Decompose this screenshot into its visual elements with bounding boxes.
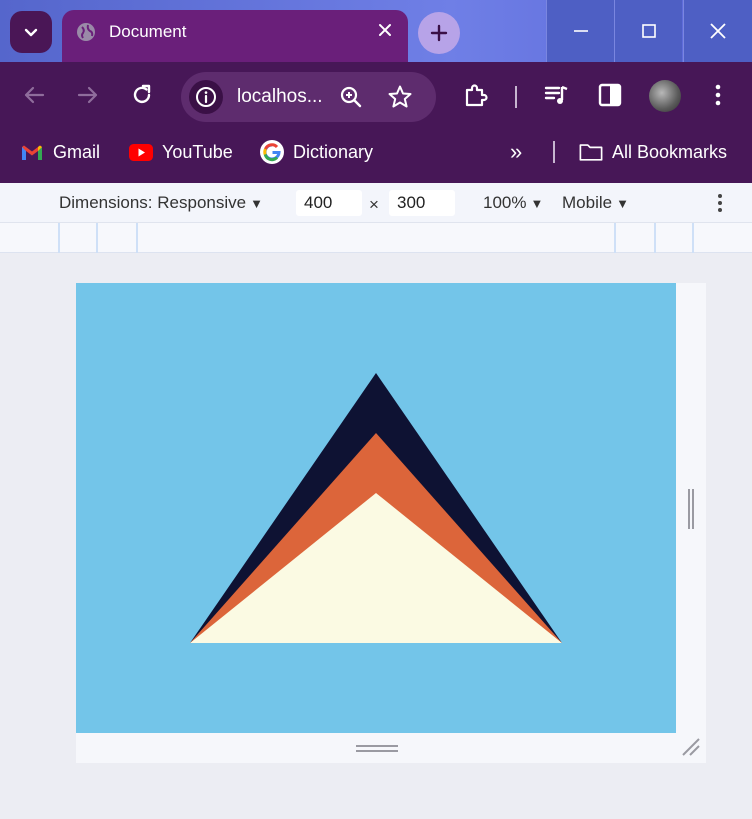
media-control-icon[interactable] [543, 82, 569, 108]
device-viewport-area [0, 253, 752, 819]
ruler-tick [614, 223, 616, 253]
ruler-tick [96, 223, 98, 253]
device-toolbar: Dimensions: Responsive ▼ 400 × 300 100% ▼ … [0, 183, 752, 223]
height-input[interactable]: 300 [389, 190, 455, 216]
double-chevron-icon: » [510, 139, 523, 164]
more-menu-icon[interactable] [705, 82, 731, 108]
minimize-button[interactable] [546, 0, 614, 62]
folder-icon [579, 140, 603, 164]
info-icon [196, 87, 216, 107]
page-canvas [76, 283, 676, 733]
maximize-button[interactable] [614, 0, 682, 62]
ruler-tick [136, 223, 138, 253]
device-type-dropdown[interactable]: Mobile ▼ [562, 193, 629, 213]
bookmark-youtube[interactable]: YouTube [129, 132, 233, 172]
active-tab[interactable]: Document [62, 10, 408, 62]
media-query-ruler[interactable] [0, 223, 752, 253]
resize-bottom-handle[interactable] [356, 744, 398, 754]
close-icon [710, 23, 726, 39]
responsive-viewport [76, 283, 706, 763]
times-sign: × [369, 195, 379, 214]
dimensions-dropdown[interactable]: Dimensions: Responsive ▼ [59, 193, 263, 213]
youtube-icon [129, 140, 153, 164]
resize-right-handle[interactable] [687, 489, 695, 529]
all-bookmarks-button[interactable]: All Bookmarks [579, 132, 727, 172]
all-bookmarks-label: All Bookmarks [612, 141, 728, 162]
device-toolbar-menu-icon[interactable] [710, 193, 730, 213]
url-text[interactable]: localhos... [237, 86, 323, 108]
zoom-dropdown[interactable]: 100% ▼ [483, 193, 543, 213]
tab-search-button[interactable] [10, 11, 52, 53]
minimize-icon [573, 30, 588, 32]
gmail-icon [20, 140, 44, 164]
browser-toolbar: localhos... [0, 62, 752, 132]
google-icon [260, 140, 284, 164]
maximize-icon [641, 24, 656, 38]
zoom-icon[interactable] [339, 85, 363, 109]
bookmark-label: Dictionary [293, 141, 374, 162]
bookmark-label: YouTube [162, 141, 233, 162]
width-input[interactable]: 400 [296, 190, 362, 216]
forward-icon[interactable] [75, 82, 101, 108]
bookmarks-bar: Gmail YouTube Dictionary » All Bookmarks [0, 132, 752, 183]
ruler-tick [692, 223, 694, 253]
chevron-down-icon [24, 28, 38, 37]
bookmark-gmail[interactable]: Gmail [20, 132, 100, 172]
plus-icon [430, 24, 448, 42]
extensions-icon[interactable] [463, 82, 489, 108]
caret-down-icon: ▼ [250, 196, 263, 211]
close-window-button[interactable] [683, 0, 752, 62]
bookmark-star-icon[interactable] [387, 84, 413, 110]
ruler-tick [654, 223, 656, 253]
new-tab-button[interactable] [418, 12, 460, 54]
reload-icon[interactable] [129, 82, 155, 108]
profile-avatar[interactable] [649, 80, 681, 112]
bookmark-label: Gmail [53, 141, 101, 162]
tab-strip: Document [0, 0, 752, 62]
caret-down-icon: ▼ [616, 196, 629, 211]
site-info-button[interactable] [189, 80, 223, 114]
close-tab-icon[interactable] [376, 21, 394, 39]
back-icon[interactable] [21, 82, 47, 108]
bookmarks-divider [553, 141, 555, 163]
caret-down-icon: ▼ [530, 196, 544, 211]
resize-corner-handle[interactable] [681, 737, 701, 757]
bookmark-dictionary[interactable]: Dictionary [260, 132, 373, 172]
side-panel-icon[interactable] [597, 82, 623, 108]
ruler-tick [58, 223, 60, 253]
globe-icon [77, 23, 95, 41]
toolbar-divider [515, 86, 517, 108]
address-bar[interactable]: localhos... [181, 72, 436, 122]
tab-title: Document [109, 22, 187, 41]
bookmarks-overflow-button[interactable]: » [510, 132, 522, 172]
